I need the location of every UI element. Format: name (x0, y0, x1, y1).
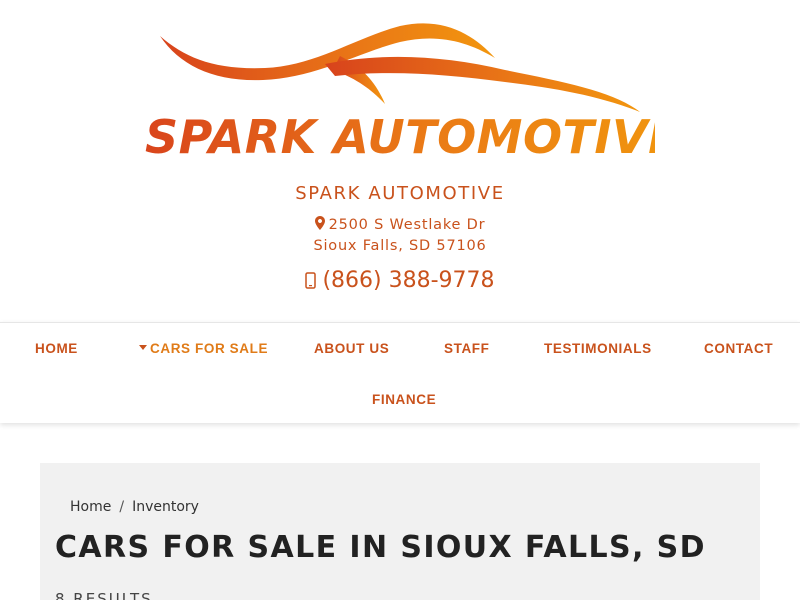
nav-cars-for-sale[interactable]: CARS FOR SALE (139, 341, 268, 356)
breadcrumb-home-link[interactable]: Home (70, 499, 111, 515)
nav-contact[interactable]: CONTACT (704, 341, 773, 356)
map-marker-icon (314, 216, 325, 230)
breadcrumb-current[interactable]: Inventory (132, 499, 199, 515)
address-line-2: Sioux Falls, SD 57106 (313, 238, 487, 254)
nav-home[interactable]: HOME (35, 341, 78, 356)
caret-down-icon (139, 345, 147, 350)
site-header: SPARK AUTOMOTIVE SPARK AUTOMOTIVE 2500 S… (0, 0, 800, 322)
nav-cars-for-sale-label: CARS FOR SALE (150, 341, 269, 356)
breadcrumb-separator: / (119, 499, 125, 515)
page-title: CARS FOR SALE IN SIOUX FALLS, SD (55, 530, 706, 565)
nav-finance[interactable]: FINANCE (372, 392, 436, 407)
nav-staff[interactable]: STAFF (444, 341, 490, 356)
address-line-1: 2500 S Westlake Dr (328, 217, 486, 233)
dealer-phone[interactable]: (866) 388-9778 (0, 268, 800, 293)
results-count: 8 RESULTS (55, 590, 153, 600)
logo-wordmark: SPARK AUTOMOTIVE (145, 110, 681, 164)
nav-about-us[interactable]: ABOUT US (314, 341, 389, 356)
dealer-name: SPARK AUTOMOTIVE (295, 183, 505, 204)
nav-testimonials[interactable]: TESTIMONIALS (544, 341, 652, 356)
main-navigation: HOME CARS FOR SALE ABOUT US STAFF TESTIM… (0, 322, 800, 423)
dealer-logo[interactable]: SPARK AUTOMOTIVE (145, 18, 681, 168)
mobile-phone-icon (305, 272, 317, 289)
dealer-address[interactable]: 2500 S Westlake Dr Sioux Falls, SD 57106 (0, 215, 800, 257)
phone-number: (866) 388-9778 (322, 268, 495, 293)
breadcrumb: Home / Inventory (70, 499, 199, 515)
